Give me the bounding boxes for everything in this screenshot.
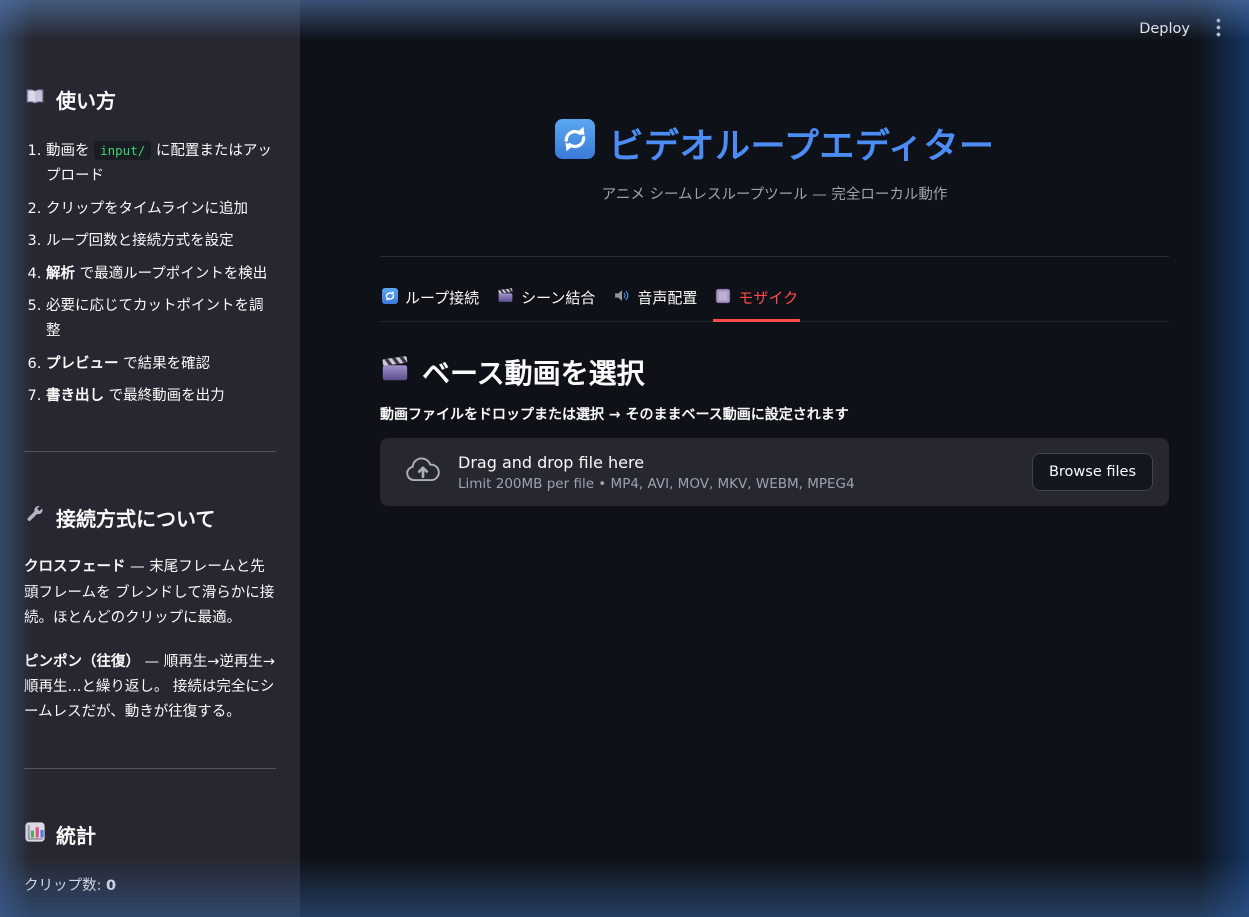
tab-bar: ループ接続	[380, 279, 1169, 322]
code-chip: input/	[94, 141, 151, 160]
uploader-limits: Limit 200MB per file • MP4, AVI, MOV, MK…	[458, 476, 855, 492]
usage-section-title: 使い方	[24, 84, 276, 119]
main-area: Deploy	[300, 0, 1249, 917]
page-content: ビデオループエディター アニメ シームレスループツール — 完全ローカル動作 ル…	[380, 0, 1169, 506]
uploader-text-block: Drag and drop file here Limit 200MB per …	[458, 453, 855, 492]
usage-step: 必要に応じてカットポイントを調整	[46, 294, 276, 345]
uploader-instructions: Drag and drop file here	[458, 453, 855, 472]
connection-paragraph: クロスフェード — 末尾フレームと先頭フレームを ブレンドして滑らかに接続。ほと…	[24, 555, 276, 631]
cloud-upload-icon	[404, 455, 442, 489]
speaker-icon	[613, 287, 630, 308]
usage-steps-list: 動画を input/ に配置またはアップロード クリップをタイムラインに追加 ル…	[24, 139, 276, 409]
section-caption: 動画ファイルをドロップまたは選択 → そのままベース動画に設定されます	[380, 404, 1169, 424]
tab-label: 音声配置	[637, 287, 697, 308]
page-subtitle: アニメ シームレスループツール — 完全ローカル動作	[380, 183, 1169, 204]
book-icon	[24, 84, 46, 119]
loop-arrows-icon	[382, 288, 398, 308]
usage-step: 動画を input/ に配置またはアップロード	[46, 139, 276, 190]
stats-title-text: 統計	[56, 819, 96, 854]
wrench-icon	[24, 502, 46, 537]
tab-label: モザイク	[738, 287, 798, 308]
connection-paragraph: ピンポン（往復） — 順再生→逆再生→順再生...と繰り返し。 接続は完全にシー…	[24, 650, 276, 726]
content-divider	[380, 256, 1169, 257]
page-title-text: ビデオループエディター	[609, 118, 995, 169]
stats-section-title: 統計	[24, 819, 276, 854]
file-uploader-dropzone[interactable]: Drag and drop file here Limit 200MB per …	[380, 438, 1169, 506]
app-toolbar: Deploy	[1139, 16, 1225, 42]
usage-step: クリップをタイムラインに追加	[46, 197, 276, 222]
bar-chart-icon	[24, 819, 46, 854]
purple-square-icon	[715, 288, 731, 308]
usage-step: 書き出し で最終動画を出力	[46, 384, 276, 409]
clip-count-value: 0	[106, 878, 116, 894]
kebab-menu-icon[interactable]	[1212, 16, 1225, 42]
clapperboard-icon	[380, 354, 410, 391]
deploy-button[interactable]: Deploy	[1139, 21, 1190, 37]
tab-label: シーン結合	[521, 287, 595, 308]
loop-arrows-icon	[555, 119, 595, 168]
usage-title-text: 使い方	[56, 84, 116, 119]
connection-title-text: 接続方式について	[56, 502, 215, 537]
section-title-text: ベース動画を選択	[422, 352, 645, 392]
sidebar-divider	[24, 451, 276, 452]
usage-step: 解析 で最適ループポイントを検出	[46, 262, 276, 287]
page-title: ビデオループエディター	[380, 118, 1169, 169]
tab-audio-placement[interactable]: 音声配置	[611, 279, 699, 322]
browse-files-button[interactable]: Browse files	[1032, 453, 1153, 491]
tab-label: ループ接続	[405, 287, 479, 308]
tab-loop-connect[interactable]: ループ接続	[380, 279, 481, 322]
tab-mosaic[interactable]: モザイク	[713, 279, 800, 322]
usage-step: プレビュー で結果を確認	[46, 352, 276, 377]
clapperboard-icon	[497, 287, 514, 308]
usage-step: ループ回数と接続方式を設定	[46, 229, 276, 254]
section-title: ベース動画を選択	[380, 352, 1169, 392]
clip-count: クリップ数: 0	[24, 874, 276, 899]
connection-section-title: 接続方式について	[24, 502, 276, 537]
sidebar-divider	[24, 768, 276, 769]
sidebar: 使い方 動画を input/ に配置またはアップロード クリップをタイムラインに…	[0, 0, 300, 917]
tab-scene-merge[interactable]: シーン結合	[495, 279, 597, 322]
